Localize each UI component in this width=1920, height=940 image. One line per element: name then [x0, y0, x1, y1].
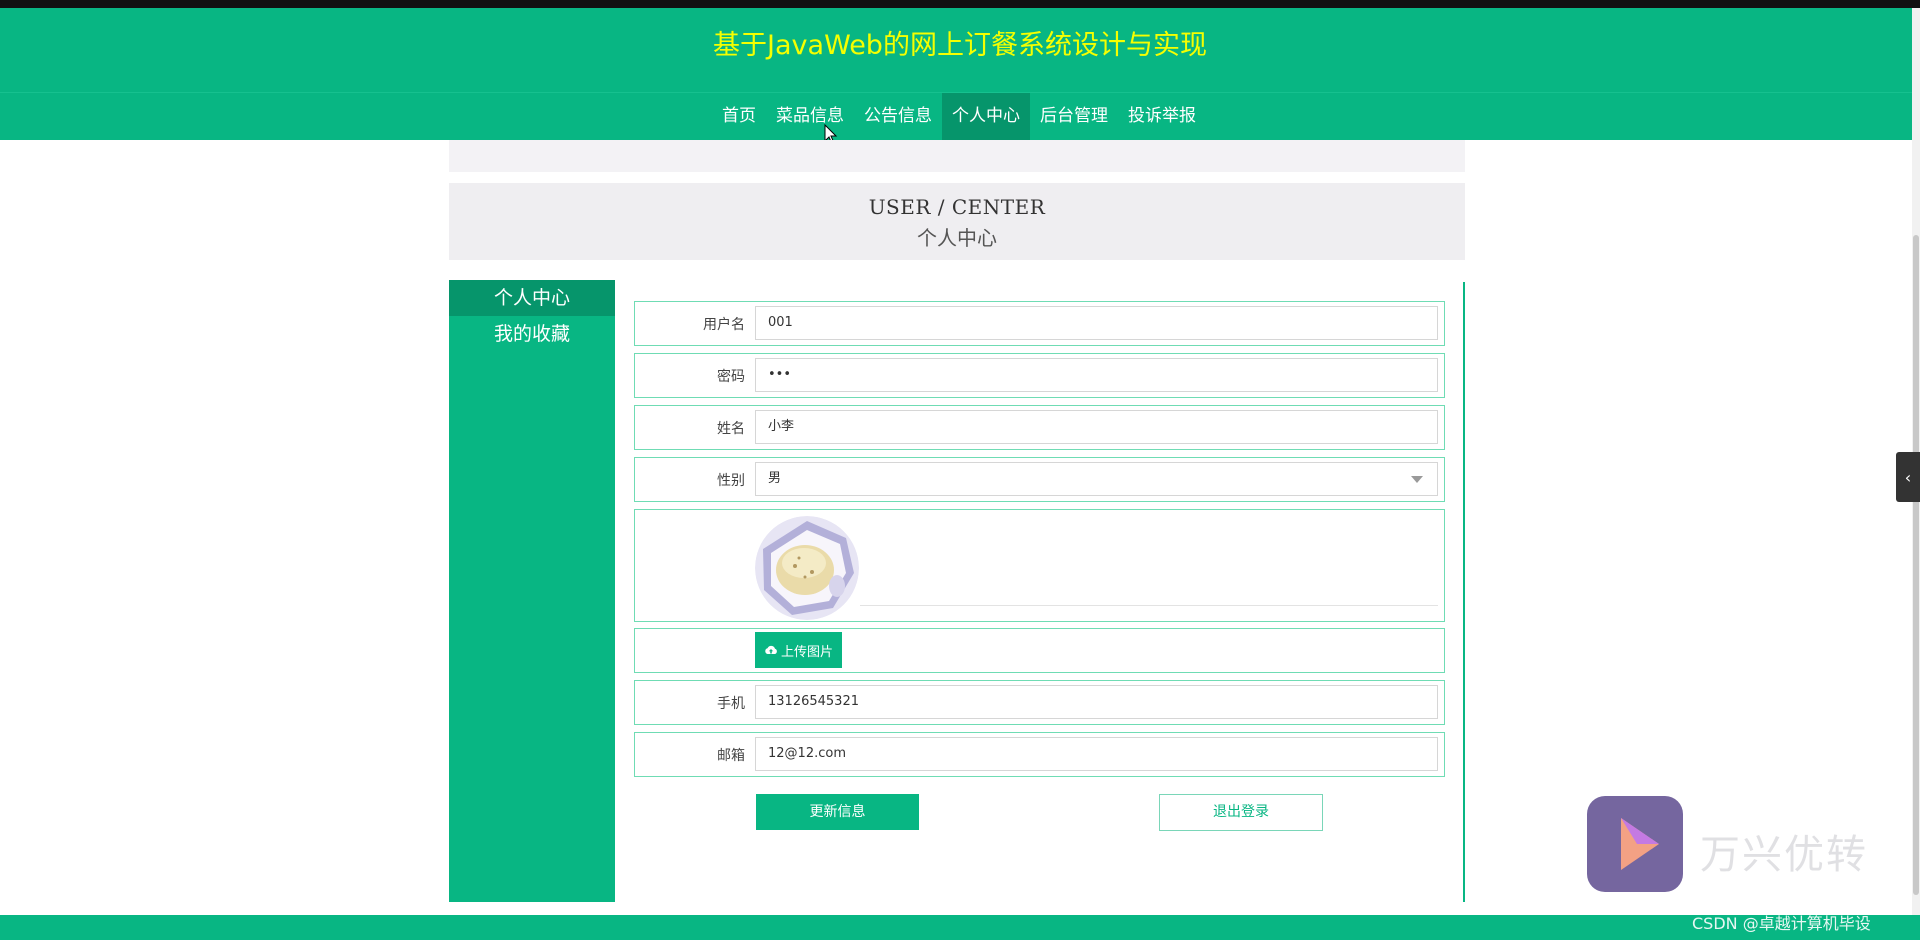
- avatar-underline: [860, 605, 1438, 606]
- upload-image-button[interactable]: 上传图片: [755, 632, 842, 668]
- site-title: 基于JavaWeb的网上订餐系统设计与实现: [713, 29, 1207, 61]
- nav-item-complaints[interactable]: 投诉举报: [1118, 93, 1206, 140]
- chevron-down-icon: [1411, 476, 1423, 483]
- name-input[interactable]: 小李: [755, 410, 1438, 444]
- password-input[interactable]: •••: [755, 358, 1438, 392]
- watermark-logo-icon: [1587, 796, 1683, 892]
- nav-item-user-center[interactable]: 个人中心: [942, 93, 1030, 140]
- name-label: 姓名: [717, 421, 745, 437]
- password-label: 密码: [717, 369, 745, 385]
- gender-value: 男: [768, 471, 782, 486]
- nav-item-home[interactable]: 首页: [712, 93, 766, 140]
- cloud-upload-icon: [765, 645, 777, 654]
- main-nav: 首页 菜品信息 公告信息 个人中心 后台管理 投诉举报: [0, 92, 1920, 140]
- form-row-name: 姓名 小李: [634, 405, 1445, 450]
- upload-button-label: 上传图片: [780, 644, 833, 660]
- play-icon: [1621, 818, 1659, 870]
- watermark-text: 万兴优转: [1700, 832, 1868, 878]
- phone-label: 手机: [717, 696, 745, 712]
- gender-select[interactable]: 男: [755, 462, 1438, 496]
- side-item-favorites[interactable]: 我的收藏: [449, 316, 615, 352]
- email-label: 邮箱: [717, 748, 745, 764]
- side-item-user-center[interactable]: 个人中心: [449, 280, 615, 316]
- avatar-food-image: [755, 516, 859, 620]
- form-row-upload: 上传图片: [634, 628, 1445, 673]
- window-top-edge: [0, 0, 1920, 8]
- banner-title-zh: 个人中心: [917, 226, 997, 250]
- email-input[interactable]: 12@12.com: [755, 737, 1438, 771]
- content-border: [1463, 282, 1465, 902]
- gender-label: 性别: [717, 473, 745, 489]
- side-menu: 个人中心 我的收藏: [449, 280, 615, 902]
- form-row-password: 密码 •••: [634, 353, 1445, 398]
- site-header: 基于JavaWeb的网上订餐系统设计与实现: [0, 8, 1920, 92]
- ghost-strip: [449, 140, 1465, 172]
- scrollbar-thumb[interactable]: [1913, 235, 1919, 895]
- logout-button[interactable]: 退出登录: [1159, 794, 1323, 831]
- form-row-email: 邮箱 12@12.com: [634, 732, 1445, 777]
- phone-input[interactable]: 13126545321: [755, 685, 1438, 719]
- username-label: 用户名: [703, 317, 745, 333]
- chevron-left-icon[interactable]: ‹: [1896, 452, 1920, 502]
- form-row-gender: 性别 男: [634, 457, 1445, 502]
- form-row-avatar: [634, 509, 1445, 622]
- form-row-username: 用户名 001: [634, 301, 1445, 346]
- footer-bar: [0, 915, 1920, 940]
- avatar[interactable]: [755, 516, 859, 620]
- nav-item-notices[interactable]: 公告信息: [854, 93, 942, 140]
- update-info-button[interactable]: 更新信息: [756, 794, 919, 830]
- banner-title-en: USER / CENTER: [868, 195, 1046, 219]
- nav-items: 首页 菜品信息 公告信息 个人中心 后台管理 投诉举报: [712, 93, 1206, 140]
- nav-item-dishes[interactable]: 菜品信息: [766, 93, 854, 140]
- username-input[interactable]: 001: [755, 306, 1438, 340]
- nav-item-admin[interactable]: 后台管理: [1030, 93, 1118, 140]
- section-banner: USER / CENTER 个人中心: [449, 183, 1465, 260]
- form-row-phone: 手机 13126545321: [634, 680, 1445, 725]
- csdn-watermark: CSDN @卓越计算机毕设: [1692, 914, 1871, 933]
